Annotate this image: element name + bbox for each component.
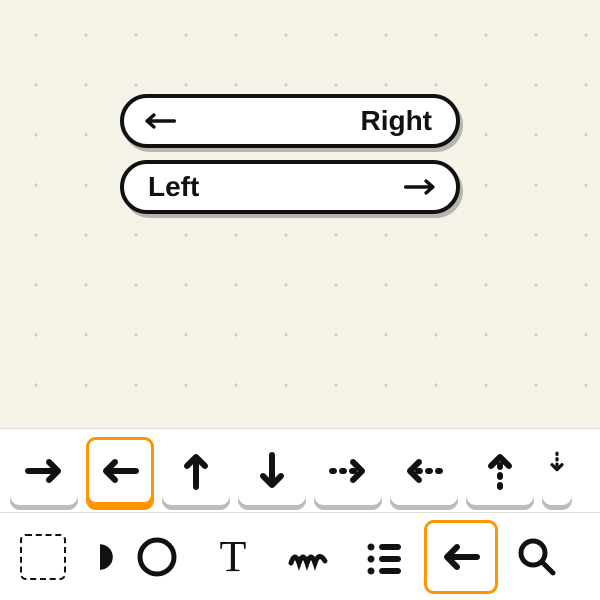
circle-tool[interactable] — [120, 520, 194, 594]
shape-left-pill[interactable]: Left — [120, 160, 460, 214]
arrow-option-left[interactable] — [86, 437, 154, 505]
bottom-toolbar: T — [0, 512, 600, 600]
list-icon — [361, 533, 409, 581]
pen-tool[interactable] — [272, 520, 346, 594]
arrow-up-icon — [174, 449, 218, 493]
arrow-left-icon — [98, 449, 142, 493]
arrow-down-dotted-icon — [545, 440, 569, 484]
text-icon: T — [220, 531, 247, 582]
arrow-left-icon — [437, 533, 485, 581]
arrow-right-dotted-icon — [326, 449, 370, 493]
arrow-right-icon — [404, 177, 438, 197]
arrow-option-right-dotted[interactable] — [314, 437, 382, 505]
arrow-option-up-dotted[interactable] — [466, 437, 534, 505]
arrow-down-icon — [250, 449, 294, 493]
search-icon — [513, 533, 561, 581]
shape-right-pill[interactable]: Right — [120, 94, 460, 148]
select-icon — [20, 534, 66, 580]
arrow-option-down-dotted[interactable] — [542, 437, 572, 505]
arrow-left-icon — [142, 111, 176, 131]
arrow-up-dotted-icon — [478, 449, 522, 493]
shape-tool[interactable] — [82, 520, 118, 594]
list-tool[interactable] — [348, 520, 422, 594]
search-tool[interactable] — [500, 520, 574, 594]
arrow-tool[interactable] — [424, 520, 498, 594]
arrow-option-down[interactable] — [238, 437, 306, 505]
arrow-option-left-dotted[interactable] — [390, 437, 458, 505]
shape-left-label: Left — [124, 171, 223, 203]
arrow-option-right[interactable] — [10, 437, 78, 505]
arrow-right-icon — [22, 449, 66, 493]
arrow-left-dotted-icon — [402, 449, 446, 493]
shape-right-label: Right — [336, 105, 456, 137]
select-tool[interactable] — [6, 520, 80, 594]
half-circle-icon — [85, 533, 115, 581]
scribble-icon — [285, 533, 333, 581]
circle-icon — [133, 533, 181, 581]
arrow-direction-picker — [0, 428, 600, 512]
arrow-option-up[interactable] — [162, 437, 230, 505]
text-tool[interactable]: T — [196, 520, 270, 594]
